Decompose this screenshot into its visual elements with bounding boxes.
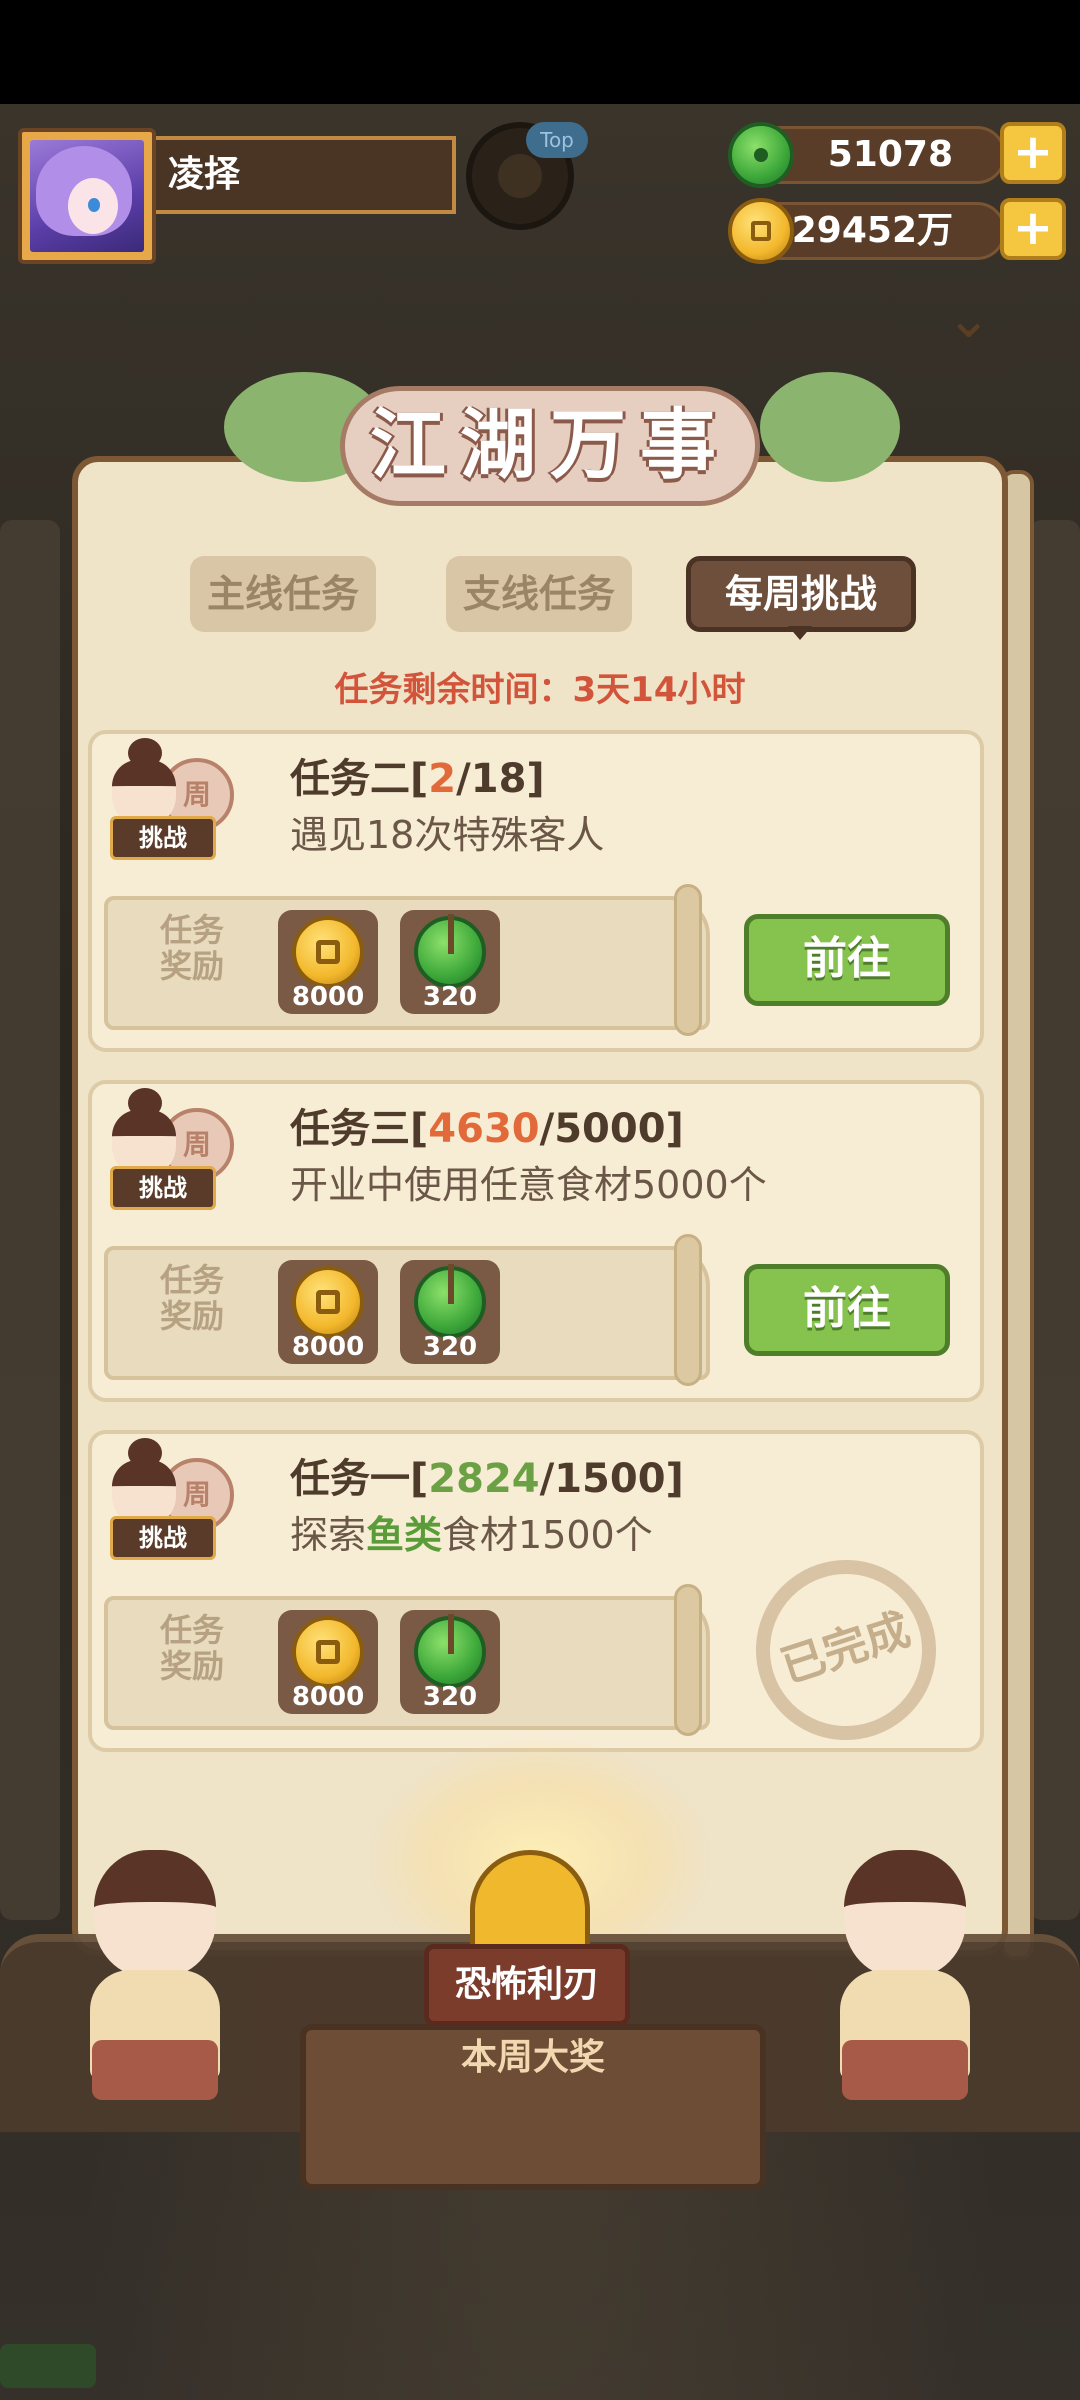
task-card: 周 挑战 任务一[2824/1500] 探索鱼类食材1500个 任务奖励 800… — [88, 1430, 984, 1764]
tab-main-quests[interactable]: 主线任务 — [190, 556, 376, 632]
jade-icon — [728, 122, 794, 188]
task-description: 开业中使用任意食材5000个 — [290, 1163, 767, 1207]
background-wall-right — [1030, 520, 1080, 1920]
reward-jade[interactable]: 320 — [400, 1610, 500, 1714]
reward-coin[interactable]: 8000 — [278, 1260, 378, 1364]
status-bar — [0, 0, 1080, 104]
avatar-portrait — [30, 140, 144, 252]
task-title: 任务一[2824/1500] — [290, 1456, 684, 1502]
coin-icon — [292, 916, 364, 988]
tab-weekly-challenge[interactable]: 每周挑战 — [686, 556, 916, 632]
npc-girl-right — [820, 1850, 990, 2110]
coin-icon — [728, 198, 794, 264]
reward-coin[interactable]: 8000 — [278, 1610, 378, 1714]
weekly-prize-label: 本周大奖 — [460, 2037, 605, 2078]
challenge-tag: 挑战 — [110, 1516, 216, 1560]
task-card: 周 挑战 任务三[4630/5000] 开业中使用任意食材5000个 任务奖励 … — [88, 1080, 984, 1402]
challenge-tag: 挑战 — [110, 816, 216, 860]
coin-amount: 29452万 — [791, 210, 953, 251]
background-wall-left — [0, 520, 60, 1920]
tab-side-quests[interactable]: 支线任务 — [446, 556, 632, 632]
coin-icon — [292, 1616, 364, 1688]
go-button[interactable]: 前往 — [744, 1264, 950, 1356]
jade-icon — [414, 914, 486, 988]
task-description: 探索鱼类食材1500个 — [290, 1513, 653, 1557]
completed-stamp: 已完成 — [732, 1536, 960, 1764]
reward-coin[interactable]: 8000 — [278, 910, 378, 1014]
add-jade-button[interactable]: + — [1000, 122, 1066, 184]
reward-label: 任务奖励 — [159, 1611, 224, 1685]
reward-jade[interactable]: 320 — [400, 910, 500, 1014]
task-card: 周 挑战 任务二[2/18] 遇见18次特殊客人 任务奖励 8000 320 前… — [88, 730, 984, 1052]
add-coin-button[interactable]: + — [1000, 198, 1066, 260]
leaf-decoration-right — [760, 372, 900, 482]
jade-amount: 51078 — [827, 134, 953, 175]
go-button[interactable]: 前往 — [744, 914, 950, 1006]
task-progress-current: 2824 — [428, 1456, 540, 1502]
task-progress-current: 4630 — [428, 1106, 540, 1152]
bottom-corner-button[interactable] — [0, 2344, 96, 2388]
remaining-time: 任务剩余时间：3天14小时 — [334, 670, 746, 710]
reward-label: 任务奖励 — [159, 1261, 224, 1335]
jade-icon — [414, 1264, 486, 1338]
challenge-tag: 挑战 — [110, 1166, 216, 1210]
reward-label: 任务奖励 — [159, 911, 224, 985]
weekly-prize-name[interactable]: 恐怖利刃 — [424, 1944, 630, 2026]
task-title: 任务三[4630/5000] — [290, 1106, 684, 1152]
task-progress-current: 2 — [428, 756, 457, 802]
player-avatar[interactable] — [18, 128, 156, 264]
npc-girl-left — [70, 1850, 240, 2110]
panel-title: 江湖万事 — [340, 386, 760, 506]
reward-jade[interactable]: 320 — [400, 1260, 500, 1364]
chevron-down-icon[interactable]: ⌄ — [946, 292, 991, 346]
active-tab-pointer — [788, 626, 812, 640]
task-title: 任务二[2/18] — [290, 756, 545, 802]
player-name: 凌择 — [156, 136, 456, 214]
coin-icon — [292, 1266, 364, 1338]
task-description: 遇见18次特殊客人 — [290, 813, 605, 857]
jade-icon — [414, 1614, 486, 1688]
top-badge: Top — [526, 122, 588, 158]
